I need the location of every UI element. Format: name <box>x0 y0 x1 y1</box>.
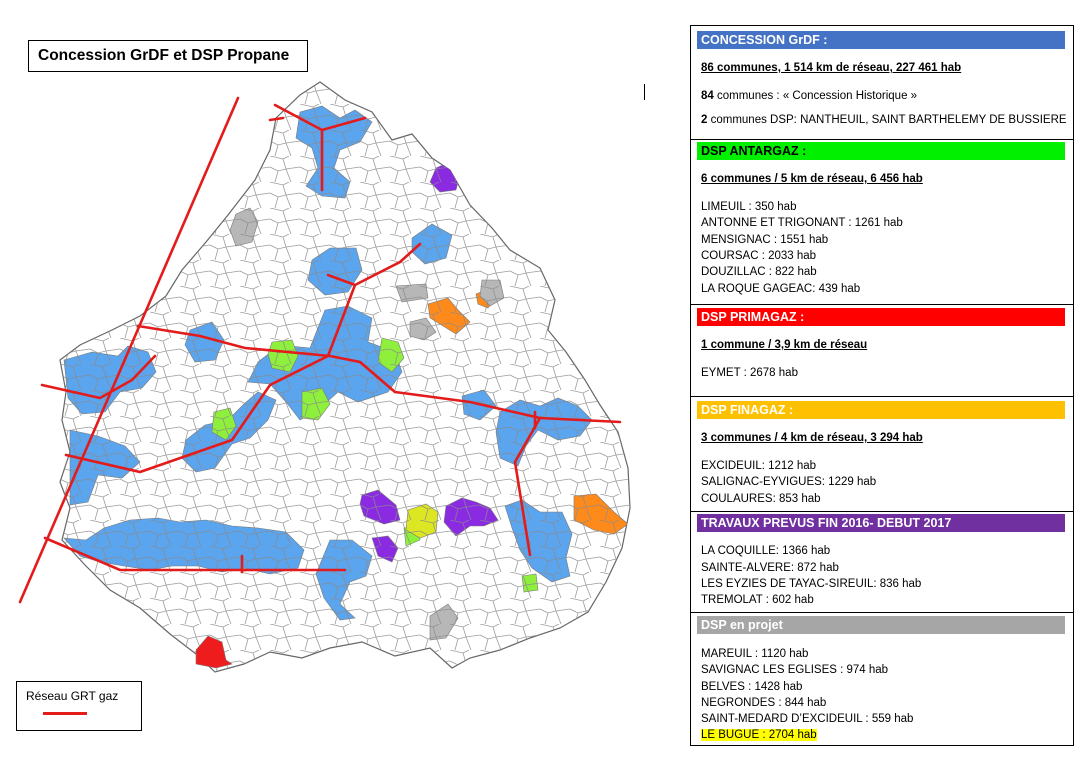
finagaz-summary: 3 communes / 4 km de réseau, 3 294 hab <box>701 432 923 444</box>
antargaz-item: ANTONNE ET TRIGONANT : 1261 hab <box>701 217 903 229</box>
travaux-item: SAINTE-ALVERE: 872 hab <box>701 562 839 574</box>
projet-item-highlighted: LE BUGUE : 2704 hab <box>701 729 817 741</box>
header-grdf: CONCESSION GrDF : <box>697 31 1065 49</box>
section-grdf: CONCESSION GrDF : 86 communes, 1 514 km … <box>691 26 1073 140</box>
grdf-summary: 86 communes, 1 514 km de réseau, 227 461… <box>701 62 962 74</box>
antargaz-item: LIMEUIL : 350 hab <box>701 201 797 213</box>
legend-label: Réseau GRT gaz <box>26 689 119 703</box>
projet-item: SAINT-MEDARD D’EXCIDEUIL : 559 hab <box>701 713 914 725</box>
header-travaux: TRAVAUX PREVUS FIN 2016- DEBUT 2017 <box>697 514 1065 532</box>
dordogne-map <box>18 81 631 673</box>
commune-boundaries <box>60 82 630 672</box>
header-finagaz: DSP FINAGAZ : <box>697 401 1065 419</box>
finagaz-item: EXCIDEUIL: 1212 hab <box>701 460 817 472</box>
antargaz-item: DOUZILLAC : 822 hab <box>701 266 817 278</box>
info-panel: CONCESSION GrDF : 86 communes, 1 514 km … <box>690 25 1074 746</box>
primagaz-summary: 1 commune / 3,9 km de réseau <box>701 339 868 351</box>
section-primagaz: DSP PRIMAGAZ : 1 commune / 3,9 km de rés… <box>691 305 1073 397</box>
primagaz-item: EYMET : 2678 hab <box>701 367 798 379</box>
header-projet: DSP en projet <box>697 616 1065 634</box>
header-antargaz: DSP ANTARGAZ : <box>697 142 1065 160</box>
legend-grt-line <box>43 712 87 715</box>
antargaz-item: LA ROQUE GAGEAC: 439 hab <box>701 283 861 295</box>
section-finagaz: DSP FINAGAZ : 3 communes / 4 km de résea… <box>691 397 1073 512</box>
finagaz-item: SALIGNAC-EYVIGUES: 1229 hab <box>701 476 877 488</box>
projet-item: MAREUIL : 1120 hab <box>701 648 809 660</box>
travaux-item: LA COQUILLE: 1366 hab <box>701 545 831 557</box>
antargaz-item: COURSAC : 2033 hab <box>701 250 817 262</box>
header-primagaz: DSP PRIMAGAZ : <box>697 308 1065 326</box>
map-legend: Réseau GRT gaz <box>16 681 142 731</box>
grdf-line-dsp: 2 communes DSP: NANTHEUIL, SAINT BARTHEL… <box>701 114 1067 126</box>
map-title: Concession GrDF et DSP Propane <box>28 40 308 72</box>
section-travaux: TRAVAUX PREVUS FIN 2016- DEBUT 2017 LA C… <box>691 512 1073 613</box>
section-projet: DSP en projet MAREUIL : 1120 hab SAVIGNA… <box>691 613 1073 745</box>
grdf-line-historique: 84 communes : « Concession Historique » <box>701 90 918 102</box>
section-antargaz: DSP ANTARGAZ : 6 communes / 5 km de rése… <box>691 140 1073 305</box>
travaux-item: LES EYZIES DE TAYAC-SIREUIL: 836 hab <box>701 578 922 590</box>
projet-item: SAVIGNAC LES EGLISES : 974 hab <box>701 664 889 676</box>
finagaz-item: COULAURES: 853 hab <box>701 493 821 505</box>
antargaz-summary: 6 communes / 5 km de réseau, 6 456 hab <box>701 173 923 185</box>
projet-item: NEGRONDES : 844 hab <box>701 697 827 709</box>
antargaz-item: MENSIGNAC : 1551 hab <box>701 234 829 246</box>
travaux-item: TREMOLAT : 602 hab <box>701 594 814 606</box>
projet-item: BELVES : 1428 hab <box>701 681 803 693</box>
text-cursor <box>644 84 645 100</box>
